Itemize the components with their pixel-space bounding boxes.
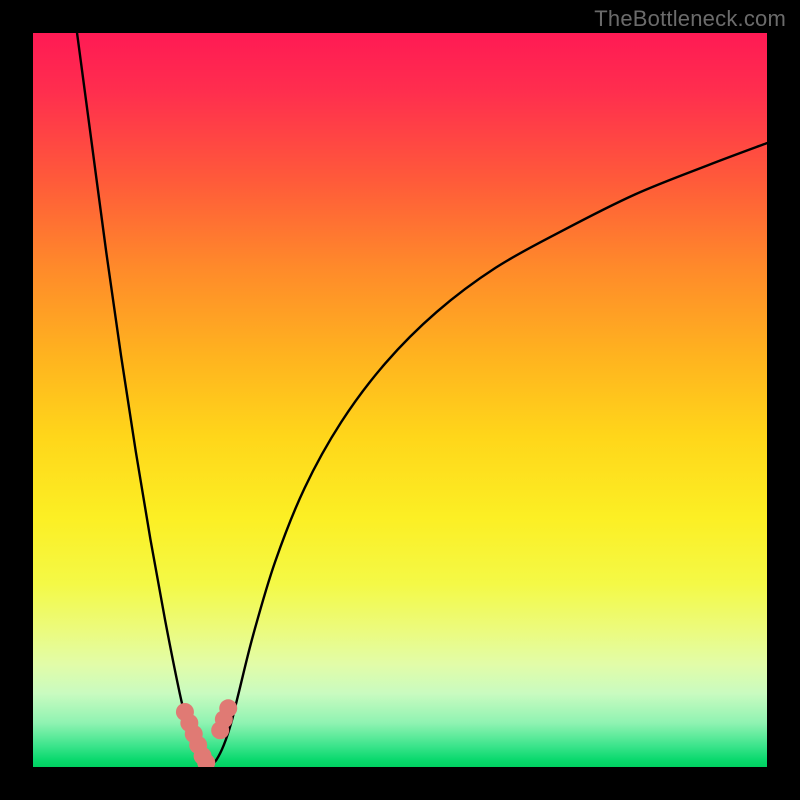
curve-layer xyxy=(33,33,767,767)
curve-left-branch xyxy=(77,33,209,767)
curve-right-branch xyxy=(209,143,767,767)
plot-area xyxy=(33,33,767,767)
data-marker xyxy=(219,699,237,717)
chart-frame: TheBottleneck.com xyxy=(0,0,800,800)
watermark-text: TheBottleneck.com xyxy=(594,6,786,32)
